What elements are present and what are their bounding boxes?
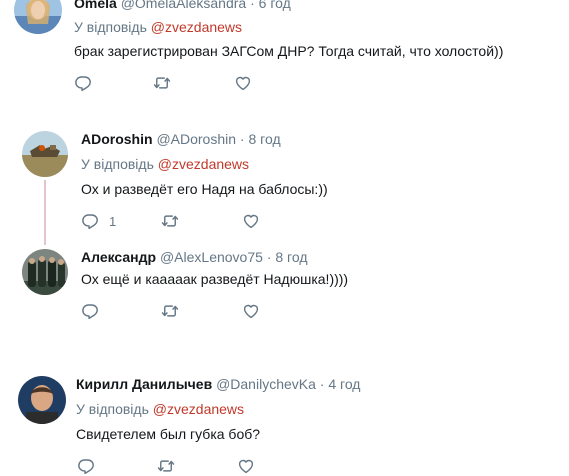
tweet-header: Кирилл Данилычев @DanilychevKa · 4 год <box>76 376 360 392</box>
like-icon <box>242 212 260 230</box>
author-handle[interactable]: @OmelaAleksandra <box>121 0 247 11</box>
avatar[interactable] <box>18 376 66 424</box>
reply-count: 1 <box>109 213 117 229</box>
mention-link[interactable]: @zvezdanews <box>153 401 244 417</box>
separator-dot: · <box>266 249 272 265</box>
reply-prefix: У відповідь <box>81 156 154 172</box>
tweet-header: Omela @OmelaAleksandra · 6 год <box>74 0 291 11</box>
like-button[interactable] <box>242 301 260 321</box>
tweet-text: Ох и разведёт его Надя на баблосы:)) <box>81 181 328 197</box>
reply-context: У відповідь @zvezdanews <box>76 401 244 417</box>
like-icon <box>242 302 260 320</box>
reply-prefix: У відповідь <box>74 19 147 35</box>
tweet-timestamp[interactable]: 6 год <box>259 0 291 11</box>
separator-dot: · <box>250 0 255 11</box>
separator-dot: · <box>239 131 245 147</box>
reply-context: У відповідь @zvezdanews <box>74 19 242 35</box>
tweet-actions <box>77 456 277 476</box>
like-icon <box>237 457 255 475</box>
reply-context: У відповідь @zvezdanews <box>81 156 249 172</box>
avatar[interactable] <box>14 0 62 34</box>
retweet-button[interactable] <box>157 456 175 476</box>
tweet-text: Ох ещё и кааааак разведёт Надюшка!)))) <box>81 271 349 287</box>
tweet-actions <box>81 301 281 321</box>
separator-dot: · <box>319 376 325 392</box>
author-name[interactable]: Александр <box>81 249 156 265</box>
retweet-icon <box>161 212 179 230</box>
retweet-button[interactable] <box>161 301 179 321</box>
author-name[interactable]: ADoroshin <box>81 131 153 147</box>
retweet-icon <box>153 74 171 92</box>
like-button[interactable] <box>242 211 260 231</box>
reply-prefix: У відповідь <box>76 401 149 417</box>
reply-button[interactable]: 1 <box>81 211 116 231</box>
retweet-icon <box>161 302 179 320</box>
avatar[interactable] <box>22 249 68 295</box>
author-handle[interactable]: @AlexLenovo75 <box>160 249 263 265</box>
author-handle[interactable]: @DanilychevKa <box>216 376 316 392</box>
retweet-button[interactable] <box>153 73 171 93</box>
like-button[interactable] <box>234 73 252 93</box>
tweet-text: Свидетелем был губка боб? <box>76 426 261 442</box>
tweet-actions: 1 <box>81 211 281 231</box>
thread-line <box>44 180 46 245</box>
reply-icon <box>77 457 95 475</box>
reply-icon <box>81 302 99 320</box>
reply-icon <box>74 74 92 92</box>
tweet-header: ADoroshin @ADoroshin · 8 год <box>81 131 281 147</box>
author-name[interactable]: Кирилл Данилычев <box>76 376 212 392</box>
tweet-timestamp[interactable]: 4 год <box>328 376 360 392</box>
mention-link[interactable]: @zvezdanews <box>151 19 242 35</box>
tweet-actions <box>74 73 274 93</box>
tweet-timestamp[interactable]: 8 год <box>275 249 307 265</box>
like-icon <box>234 74 252 92</box>
author-handle[interactable]: @ADoroshin <box>156 131 236 147</box>
retweet-icon <box>157 457 175 475</box>
author-name[interactable]: Omela <box>74 0 117 11</box>
reply-button[interactable] <box>81 301 99 321</box>
mention-link[interactable]: @zvezdanews <box>158 156 249 172</box>
reply-button[interactable] <box>74 73 92 93</box>
retweet-button[interactable] <box>161 211 179 231</box>
tweet-header: Александр @AlexLenovo75 · 8 год <box>81 249 308 265</box>
tweet-timestamp[interactable]: 8 год <box>248 131 280 147</box>
reply-icon <box>81 212 99 230</box>
avatar[interactable] <box>22 131 68 177</box>
reply-button[interactable] <box>77 456 95 476</box>
like-button[interactable] <box>237 456 255 476</box>
tweet-text: брак зарегистрирован ЗАГСом ДНР? Тогда с… <box>74 43 504 59</box>
